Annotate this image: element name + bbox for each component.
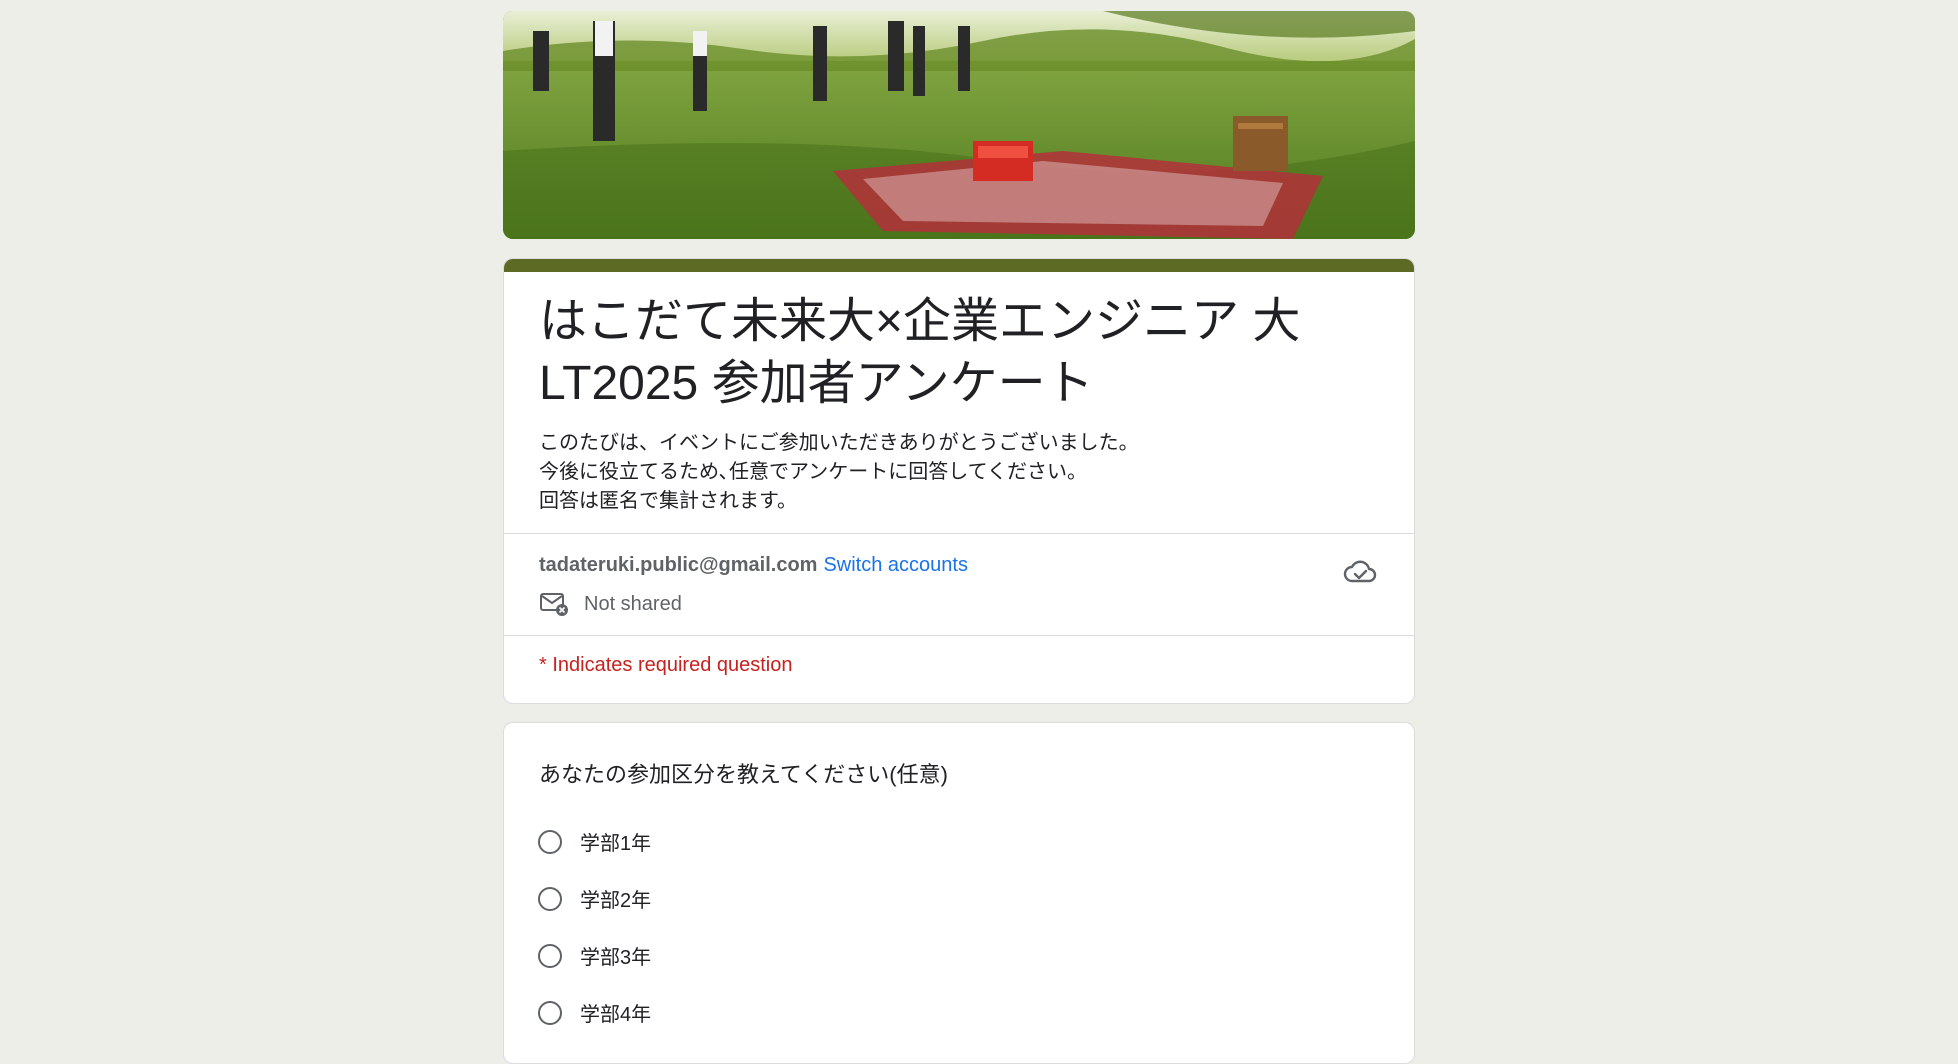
account-row: tadateruki.public@gmail.com Switch accoun…: [539, 552, 968, 578]
radio-option[interactable]: 学部2年: [538, 884, 651, 913]
mail-not-shared-icon: [540, 593, 568, 616]
cloud-saved-icon[interactable]: [1342, 553, 1378, 589]
radio-option-label: 学部2年: [580, 890, 652, 912]
form-description-line: 回答は匿名で集計されます。: [539, 490, 797, 512]
divider: [504, 635, 1414, 636]
radio-button[interactable]: [538, 943, 562, 968]
form-description-line: このたびは、イベントにご参加いただきありがとうございました。: [539, 432, 1139, 454]
radio-option[interactable]: 学部3年: [538, 941, 651, 970]
form-title-card: はこだて未来大×企業エンジニア 大LT2025 参加者アンケート このたびは、イ…: [503, 258, 1415, 704]
header-banner-image: [503, 11, 1415, 239]
email-status: Not shared: [539, 589, 682, 619]
switch-accounts-link[interactable]: Switch accounts: [823, 554, 968, 576]
account-email: tadateruki.public@gmail.com: [539, 554, 818, 576]
required-question-note: * Indicates required question: [539, 654, 793, 676]
radio-option-label: 学部3年: [580, 947, 652, 969]
radio-option[interactable]: 学部1年: [538, 827, 651, 856]
radio-button[interactable]: [538, 886, 562, 911]
email-status-label: Not shared: [584, 592, 682, 615]
radio-option-label: 学部1年: [580, 833, 652, 855]
question-card: あなたの参加区分を教えてください(任意) 学部1年 学部2年 学部3年 学部4年: [503, 722, 1415, 1064]
form-description-line: 今後に役立てるため､任意でアンケートに回答してください。: [539, 461, 1087, 483]
form-description: このたびは、イベントにご参加いただきありがとうございました。 今後に役立てるため…: [539, 429, 1139, 516]
picnic-photo: [503, 11, 1415, 239]
radio-option[interactable]: 学部4年: [538, 998, 651, 1027]
title-accent-bar: [504, 259, 1414, 272]
question-title: あなたの参加区分を教えてください(任意): [539, 762, 948, 787]
divider: [504, 533, 1414, 534]
radio-option-label: 学部4年: [580, 1004, 652, 1026]
radio-button[interactable]: [538, 829, 562, 854]
form-title: はこだて未来大×企業エンジニア 大LT2025 参加者アンケート: [539, 295, 1301, 410]
radio-button[interactable]: [538, 1000, 562, 1025]
